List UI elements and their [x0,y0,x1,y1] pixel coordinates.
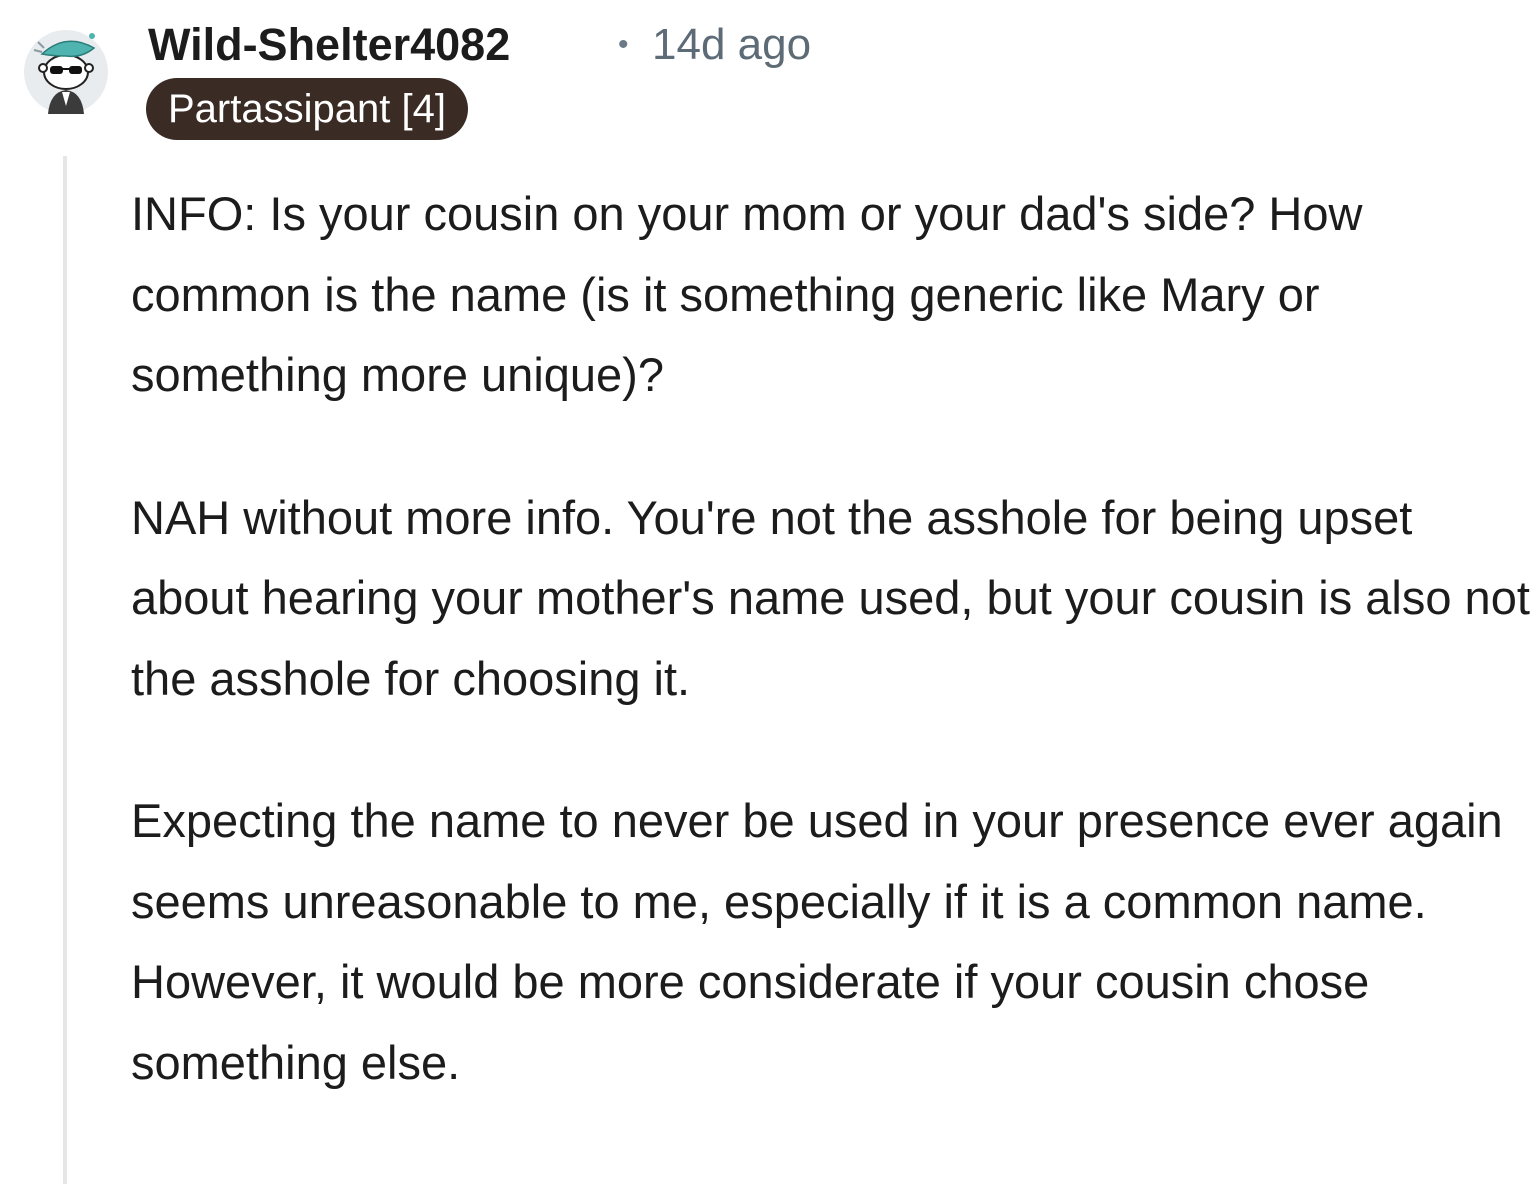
meta-separator: • [618,28,629,61]
user-avatar-icon[interactable] [22,22,110,114]
author-username[interactable]: Wild-Shelter4082 [148,18,510,72]
thread-collapse-line[interactable] [63,156,67,1184]
user-flair-badge: Partassipant [4] [146,78,468,140]
comment-paragraph: NAH without more info. You're not the as… [131,490,1530,705]
comment-paragraph: Expecting the name to never be used in y… [131,794,1503,1089]
comment-body: INFO: Is your cousin on your mom or your… [131,174,1536,1103]
comment-timestamp[interactable]: 14d ago [652,18,811,72]
comment-paragraph: INFO: Is your cousin on your mom or your… [131,187,1363,401]
